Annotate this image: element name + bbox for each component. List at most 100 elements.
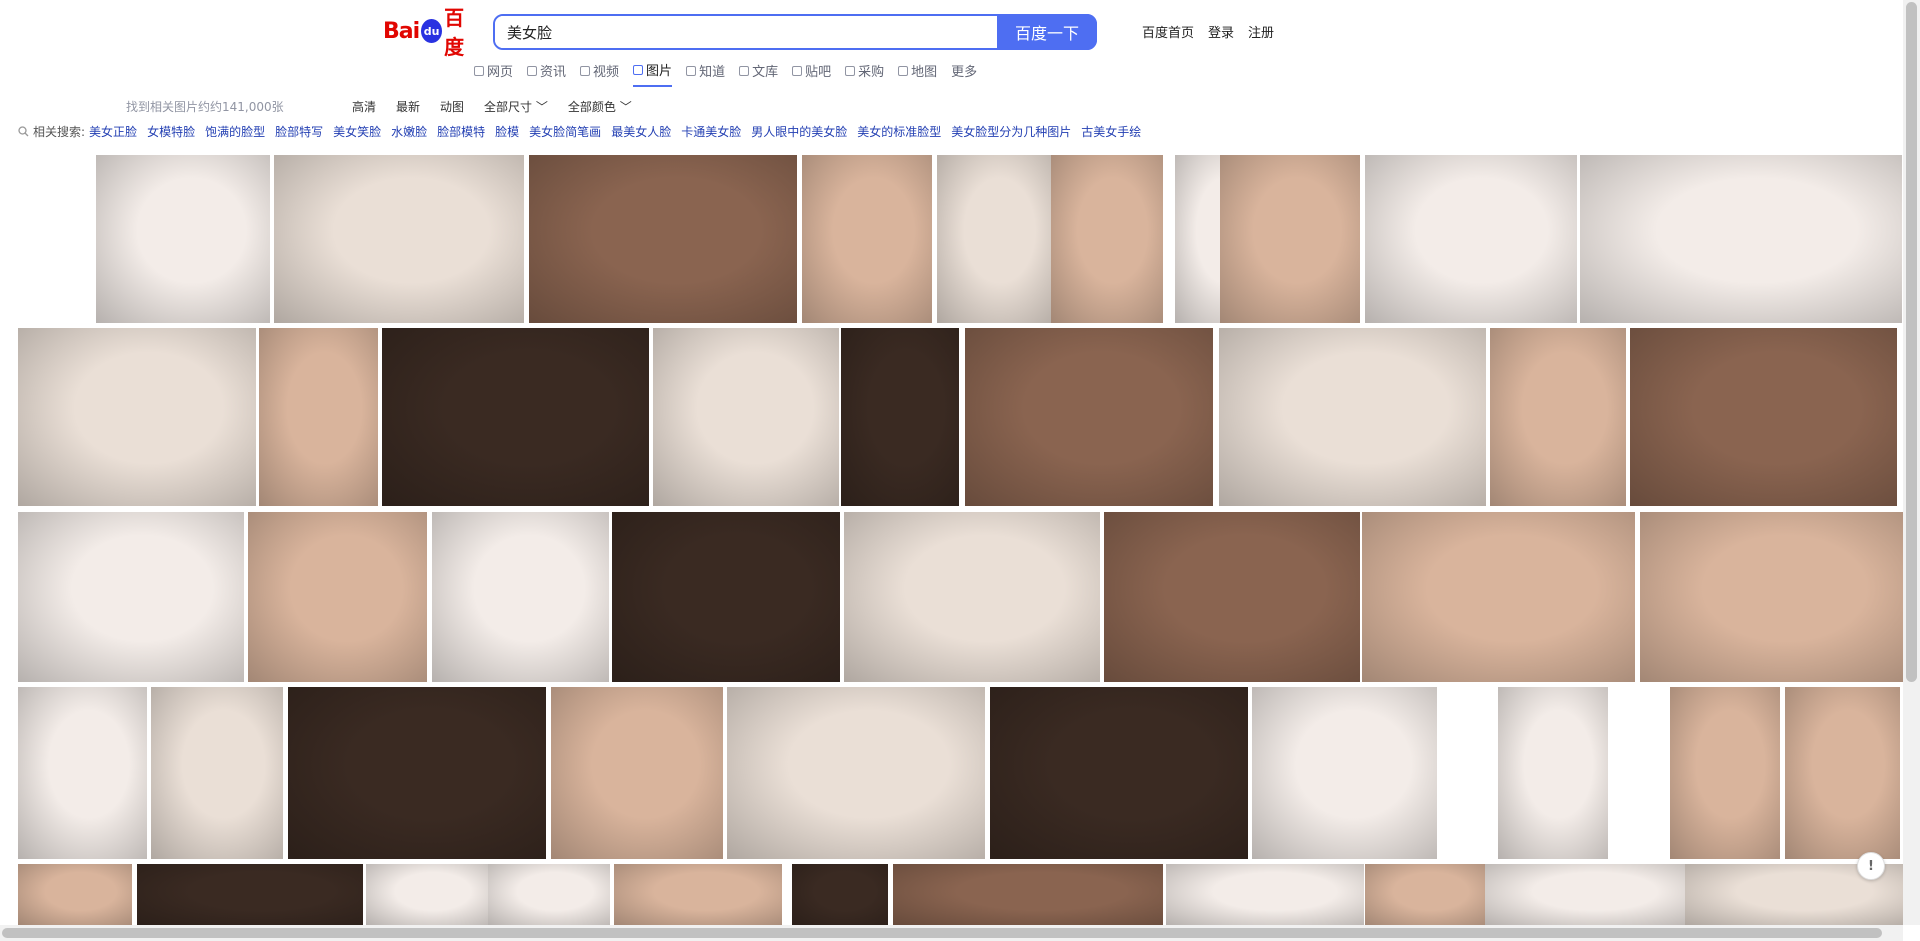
exclamation-icon[interactable]: ! [1857, 852, 1885, 880]
image-result[interactable] [18, 687, 147, 859]
image-result[interactable] [18, 512, 244, 682]
related-link[interactable]: 美女脸型分为几种图片 [951, 123, 1071, 140]
tab-wenku[interactable]: 文库 [739, 60, 778, 87]
image-result[interactable] [259, 328, 378, 506]
related-link[interactable]: 脸部特写 [275, 123, 323, 140]
tab-web[interactable]: 网页 [474, 60, 513, 87]
image-result[interactable] [841, 328, 959, 506]
image-result[interactable] [1219, 328, 1486, 506]
related-link[interactable]: 美女笑脸 [333, 123, 381, 140]
filter-animated[interactable]: 动图 [440, 98, 464, 115]
scroll-thumb[interactable] [1906, 2, 1917, 682]
image-result[interactable] [1362, 512, 1635, 682]
tieba-icon [792, 65, 803, 76]
related-link[interactable]: 脸部模特 [437, 123, 485, 140]
image-result[interactable] [1498, 687, 1608, 859]
logo-text-cn: 百度 [444, 6, 465, 59]
related-link[interactable]: 女模特脸 [147, 123, 195, 140]
filter-latest[interactable]: 最新 [396, 98, 420, 115]
image-result[interactable] [1490, 328, 1626, 506]
image-result[interactable] [653, 328, 839, 506]
image-result[interactable] [1166, 864, 1364, 925]
result-count: 找到相关图片约约141,000张 [126, 100, 284, 114]
related-label: 相关搜索: [33, 125, 86, 139]
question-icon [686, 65, 697, 76]
image-result[interactable] [366, 864, 488, 925]
related-searches: 相关搜索: 美女正脸 女模特脸 饱满的脸型 脸部特写 美女笑脸 水嫩脸 脸部模特… [18, 123, 1141, 140]
image-result[interactable] [137, 864, 363, 925]
register-link[interactable]: 注册 [1248, 22, 1274, 41]
image-result[interactable] [1640, 512, 1903, 682]
tab-map[interactable]: 地图 [898, 60, 937, 87]
related-link[interactable]: 卡通美女脸 [681, 123, 741, 140]
scroll-thumb[interactable] [2, 928, 1882, 938]
search-input[interactable] [495, 16, 1061, 48]
map-icon [898, 65, 909, 76]
image-result[interactable] [990, 687, 1248, 859]
related-link[interactable]: 美女正脸 [89, 123, 137, 140]
image-result[interactable] [274, 155, 524, 323]
image-result[interactable] [1104, 512, 1360, 682]
image-result[interactable] [844, 512, 1100, 682]
image-result[interactable] [1485, 864, 1685, 925]
image-result[interactable] [248, 512, 427, 682]
image-result[interactable] [1365, 155, 1577, 323]
image-result[interactable] [965, 328, 1213, 506]
tab-zhidao[interactable]: 知道 [686, 60, 725, 87]
tab-video[interactable]: 视频 [580, 60, 619, 87]
search-button[interactable]: 百度一下 [997, 14, 1097, 50]
related-link[interactable]: 最美女人脸 [611, 123, 671, 140]
image-result[interactable] [1252, 687, 1437, 859]
image-result[interactable] [612, 512, 840, 682]
related-link[interactable]: 美女的标准脸型 [857, 123, 941, 140]
image-result[interactable] [792, 864, 888, 925]
image-result[interactable] [151, 687, 283, 859]
image-result[interactable] [1785, 687, 1900, 859]
image-result[interactable] [614, 864, 782, 925]
baidu-logo[interactable]: Bai du 百度 [383, 6, 479, 59]
image-result[interactable] [96, 155, 270, 323]
news-icon [527, 65, 538, 76]
image-result[interactable] [18, 328, 256, 506]
image-result[interactable] [488, 864, 610, 925]
login-link[interactable]: 登录 [1208, 22, 1234, 41]
image-result[interactable] [727, 687, 985, 859]
filter-hd[interactable]: 高清 [352, 98, 376, 115]
vertical-scrollbar[interactable] [1903, 0, 1920, 925]
related-link[interactable]: 脸模 [495, 123, 519, 140]
home-link[interactable]: 百度首页 [1142, 22, 1194, 41]
image-result[interactable] [18, 864, 132, 925]
image-result[interactable] [802, 155, 932, 323]
image-result[interactable] [288, 687, 546, 859]
tab-purchase[interactable]: 采购 [845, 60, 884, 87]
related-link[interactable]: 水嫩脸 [391, 123, 427, 140]
image-result[interactable] [1220, 155, 1360, 323]
tab-more[interactable]: 更多 [951, 60, 977, 87]
tab-tieba[interactable]: 贴吧 [792, 60, 831, 87]
image-icon [633, 64, 644, 75]
video-icon [580, 65, 591, 76]
purchase-icon [845, 65, 856, 76]
filter-color[interactable]: 全部颜色 ﹀ [568, 98, 632, 115]
image-result[interactable] [1670, 687, 1780, 859]
related-link[interactable]: 美女脸简笔画 [529, 123, 601, 140]
related-link[interactable]: 古美女手绘 [1081, 123, 1141, 140]
horizontal-scrollbar[interactable] [0, 925, 1903, 941]
image-result[interactable] [893, 864, 1163, 925]
image-result[interactable] [432, 512, 609, 682]
image-result[interactable] [551, 687, 723, 859]
image-result[interactable] [1630, 328, 1897, 506]
tab-news[interactable]: 资讯 [527, 60, 566, 87]
related-link[interactable]: 男人眼中的美女脸 [751, 123, 847, 140]
image-result[interactable] [382, 328, 649, 506]
filter-size[interactable]: 全部尺寸 ﹀ [484, 98, 548, 115]
image-result[interactable] [937, 155, 1051, 323]
image-result[interactable] [1365, 864, 1485, 925]
search-icon [18, 126, 29, 137]
image-result[interactable] [1580, 155, 1902, 323]
image-result[interactable] [529, 155, 797, 323]
related-link[interactable]: 饱满的脸型 [205, 123, 265, 140]
document-icon [739, 65, 750, 76]
image-result[interactable] [1051, 155, 1163, 323]
tab-images[interactable]: 图片 [633, 60, 673, 87]
